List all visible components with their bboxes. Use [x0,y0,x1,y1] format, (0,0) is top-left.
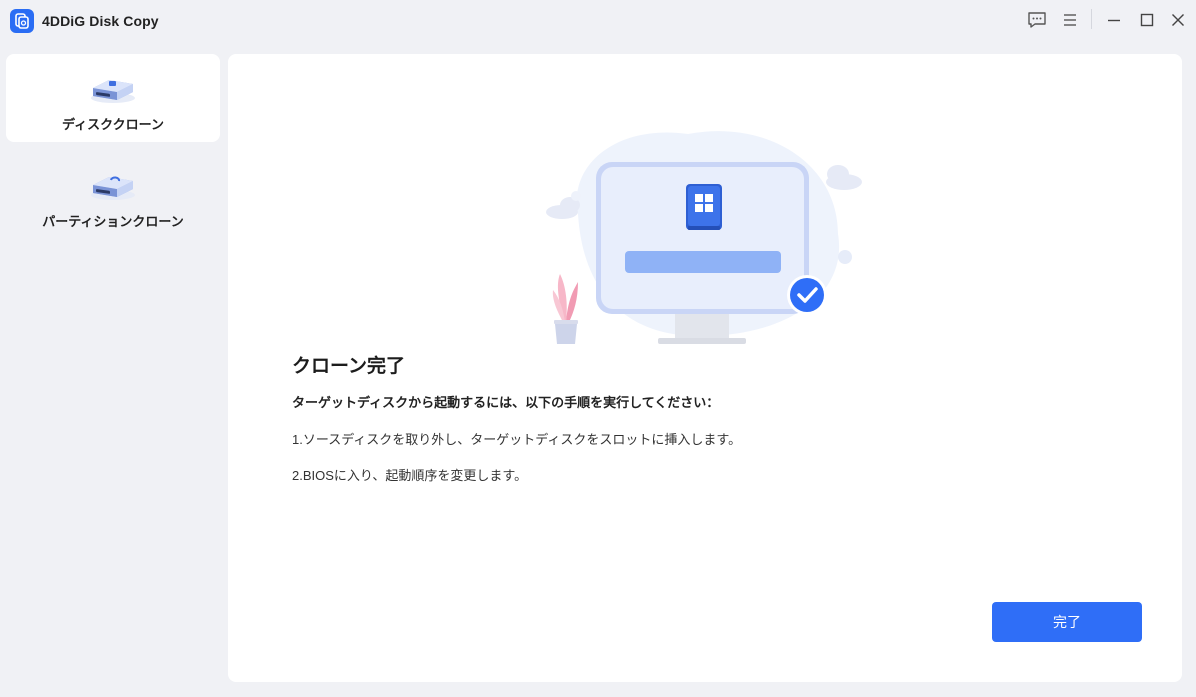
disk-clone-icon [89,74,137,104]
app-title: 4DDiG Disk Copy [42,13,159,29]
title-bar: 4DDiG Disk Copy [0,0,1196,42]
menu-icon[interactable] [1058,9,1082,31]
sidebar-item-label: ディスククローン [62,117,164,132]
page-title: クローン完了 [292,356,406,377]
feedback-icon[interactable] [1025,9,1049,31]
main-panel: クローン完了 ターゲットディスクから起動するには、以下の手順を実行してください：… [228,54,1182,682]
done-button[interactable]: 完了 [992,602,1142,642]
minimize-icon[interactable] [1102,9,1126,31]
close-icon[interactable] [1166,9,1190,31]
instruction-step: 2.BIOSに入り、起動順序を変更します。 [292,468,528,483]
partition-clone-icon [89,171,137,201]
sidebar-item-partition-clone[interactable]: パーティションクローン [6,151,220,239]
maximize-icon[interactable] [1135,9,1159,31]
app-logo-icon [10,9,34,33]
instruction-heading: ターゲットディスクから起動するには、以下の手順を実行してください： [292,395,720,410]
titlebar-divider [1091,9,1092,29]
instruction-step: 1.ソースディスクを取り外し、ターゲットディスクをスロットに挿入します。 [292,432,742,447]
sidebar-item-label: パーティションクローン [42,214,184,229]
clone-complete-illustration [538,104,868,349]
sidebar-item-disk-clone[interactable]: ディスククローン [6,54,220,142]
